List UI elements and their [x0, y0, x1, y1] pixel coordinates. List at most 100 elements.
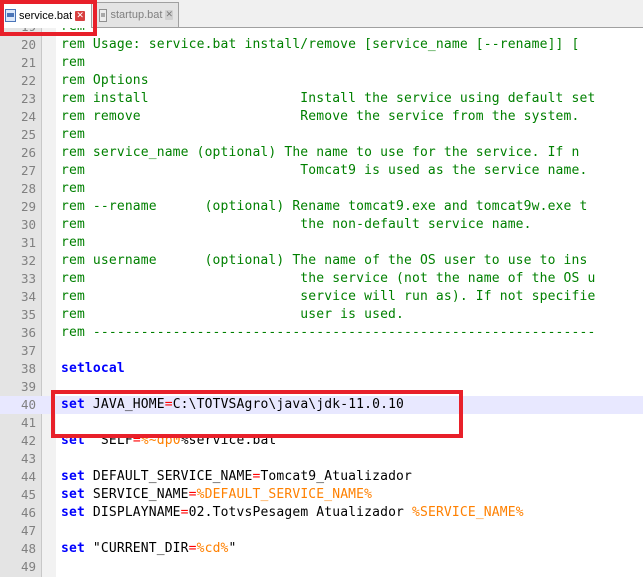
code-line[interactable]: 44 set DEFAULT_SERVICE_NAME=Tomcat9_Atual…: [0, 468, 643, 486]
line-number: 38: [20, 361, 36, 376]
code-token: JAVA_HOME: [84, 397, 165, 412]
code-line[interactable]: 32 rem username (optional) The name of th…: [0, 252, 643, 270]
code-token: setlocal: [61, 361, 125, 376]
line-code: rem service will run as). If not specifi…: [61, 288, 595, 306]
line-number: 40: [20, 397, 36, 412]
code-line[interactable]: 42 set "SELF=%~dp0%service.bat": [0, 432, 643, 450]
tab-bar: service.bat ✕ startup.bat ✕: [0, 0, 643, 28]
code-line[interactable]: 22 rem Options: [0, 72, 643, 90]
code-line[interactable]: 47: [0, 522, 643, 540]
line-code: rem ------------------------------------…: [61, 324, 595, 342]
code-line[interactable]: 38 setlocal: [0, 360, 643, 378]
code-token: rem the service (not the name of the OS …: [61, 271, 596, 286]
code-line[interactable]: 39: [0, 378, 643, 396]
line-code: rem Tomcat9 is used as the service name.: [61, 162, 587, 180]
code-line[interactable]: 45 set SERVICE_NAME=%DEFAULT_SERVICE_NAME…: [0, 486, 643, 504]
code-line[interactable]: 20 rem Usage: service.bat install/remove …: [0, 36, 643, 54]
line-number: 44: [20, 469, 36, 484]
code-line[interactable]: 36 rem ----------------------------------…: [0, 324, 643, 342]
code-token: =: [180, 505, 189, 520]
line-number: 46: [20, 505, 36, 520]
line-number: 37: [20, 343, 36, 358]
code-line[interactable]: 29 rem --rename (optional) Rename tomcat9…: [0, 198, 643, 216]
code-token: rem Tomcat9 is used as the service name.: [61, 163, 588, 178]
code-token: rem: [61, 181, 85, 196]
line-code: rem: [61, 54, 85, 72]
code-token: C:\TOTVSAgro\java\jdk-11.0.10: [172, 397, 405, 412]
code-token: rem service will run as). If not specifi…: [61, 289, 596, 304]
code-line[interactable]: 35 rem user is used.: [0, 306, 643, 324]
line-code: rem: [61, 126, 85, 144]
code-token: =: [188, 487, 197, 502]
line-number: 41: [20, 415, 36, 430]
line-number: 28: [20, 181, 36, 196]
code-token: Tomcat9_Atualizador: [260, 469, 412, 484]
code-token: %DEFAULT_SERVICE_NAME%: [196, 487, 373, 502]
line-code: set SERVICE_NAME=%DEFAULT_SERVICE_NAME%: [61, 486, 372, 504]
line-number: 43: [20, 451, 36, 466]
line-code: rem: [61, 234, 85, 252]
line-number: 33: [20, 271, 36, 286]
code-line[interactable]: 37: [0, 342, 643, 360]
code-line[interactable]: 33 rem the service (not the name of the O…: [0, 270, 643, 288]
code-token: =: [132, 433, 141, 448]
code-token: set: [61, 433, 85, 448]
code-line[interactable]: 26 rem service_name (optional) The name t…: [0, 144, 643, 162]
close-icon[interactable]: ✕: [165, 10, 173, 20]
line-number: 42: [20, 433, 36, 448]
code-line[interactable]: 19 rem: [0, 28, 643, 36]
line-number: 20: [20, 37, 36, 52]
code-line[interactable]: 34 rem service will run as). If not speci…: [0, 288, 643, 306]
line-code: rem install Install the service using de…: [61, 90, 595, 108]
code-line[interactable]: 40 set JAVA_HOME=C:\TOTVSAgro\java\jdk-11…: [0, 396, 643, 414]
code-line[interactable]: 25 rem: [0, 126, 643, 144]
close-icon[interactable]: ✕: [75, 10, 86, 21]
code-token: rem ------------------------------------…: [61, 325, 596, 340]
code-line[interactable]: 28 rem: [0, 180, 643, 198]
code-line[interactable]: 46 set DISPLAYNAME=02.TotvsPesagem Atuali…: [0, 504, 643, 522]
line-code: set JAVA_HOME=C:\TOTVSAgro\java\jdk-11.0…: [61, 396, 404, 414]
line-number: 31: [20, 235, 36, 250]
line-number: 21: [20, 55, 36, 70]
code-token: rem Usage: service.bat install/remove [s…: [61, 37, 580, 52]
tab-startup-bat[interactable]: startup.bat ✕: [95, 2, 179, 27]
file-icon: [5, 9, 16, 22]
code-line[interactable]: 23 rem install Install the service using …: [0, 90, 643, 108]
code-line[interactable]: 27 rem Tomcat9 is used as the service nam…: [0, 162, 643, 180]
line-code: rem Options: [61, 72, 149, 90]
code-token: %cd%: [196, 541, 229, 556]
code-token: %SERVICE_NAME%: [412, 505, 524, 520]
code-line[interactable]: 21 rem: [0, 54, 643, 72]
code-line[interactable]: 43: [0, 450, 643, 468]
code-editor[interactable]: 19 rem 20 rem Usage: service.bat install/re…: [0, 28, 643, 577]
line-number: 25: [20, 127, 36, 142]
line-number: 45: [20, 487, 36, 502]
line-code: rem the non-default service name.: [61, 216, 532, 234]
code-line[interactable]: 48 set "CURRENT_DIR=%cd%": [0, 540, 643, 558]
code-token: rem the non-default service name.: [61, 217, 532, 232]
code-token: %service.bat": [180, 433, 285, 448]
line-code: rem: [61, 180, 85, 198]
code-token: set: [61, 397, 85, 412]
code-token: "SELF: [84, 433, 133, 448]
code-line[interactable]: 30 rem the non-default service name.: [0, 216, 643, 234]
tab-label: startup.bat: [110, 9, 163, 21]
code-lines: 19 rem 20 rem Usage: service.bat install/re…: [0, 28, 643, 576]
code-token: rem --rename (optional) Rename tomcat9.e…: [61, 199, 588, 214]
line-number: 29: [20, 199, 36, 214]
code-line[interactable]: 41: [0, 414, 643, 432]
code-token: rem service_name (optional) The name to …: [61, 145, 580, 160]
tab-service-bat[interactable]: service.bat ✕: [1, 2, 92, 28]
line-number: 30: [20, 217, 36, 232]
code-line[interactable]: 31 rem: [0, 234, 643, 252]
code-token: ": [228, 541, 237, 556]
line-number: 22: [20, 73, 36, 88]
line-code: set DISPLAYNAME=02.TotvsPesagem Atualiza…: [61, 504, 524, 522]
line-number: 23: [20, 91, 36, 106]
line-code: rem --rename (optional) Rename tomcat9.e…: [61, 198, 587, 216]
code-line[interactable]: 49: [0, 558, 643, 576]
code-line[interactable]: 24 rem remove Remove the service from the…: [0, 108, 643, 126]
line-code: rem user is used.: [61, 306, 404, 324]
code-token: DEFAULT_SERVICE_NAME: [84, 469, 253, 484]
line-number: 26: [20, 145, 36, 160]
